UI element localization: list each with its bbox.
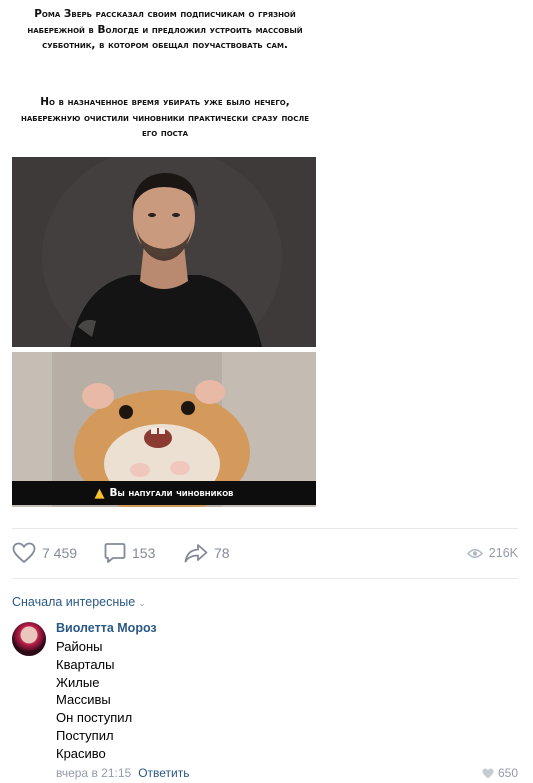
meme-warning-text: Вы напугали чиновников (109, 487, 234, 499)
meme-warning-bar: ▲ Вы напугали чиновников (12, 481, 316, 505)
man-portrait-illustration (12, 157, 316, 347)
like-count: 7 459 (42, 545, 78, 561)
comment-text: Районы Кварталы Жилые Массивы Он поступи… (56, 638, 132, 763)
comment-count: 153 (132, 545, 156, 561)
post-divider-bottom (12, 578, 518, 579)
meme-photo-hamster[interactable]: ▲ Вы напугали чиновников (12, 352, 316, 507)
meme-photo-man[interactable] (12, 157, 316, 347)
heart-icon (482, 768, 494, 778)
comment-line: Он поступил (56, 710, 133, 726)
avatar[interactable] (12, 622, 46, 656)
comment-line: Кварталы (56, 656, 115, 672)
comment-line: Жилые (56, 674, 100, 690)
warning-icon: ▲ (94, 485, 105, 501)
comment-icon (104, 543, 126, 563)
comments-sort-dropdown[interactable]: Сначала интересные ⌄ (12, 595, 146, 609)
comment-line: Поступил (56, 727, 114, 743)
post-divider-top (12, 528, 518, 529)
comment-author[interactable]: Виолетта Мороз (56, 621, 157, 635)
comment-like-count: 650 (497, 766, 518, 780)
post-actions-bar: 7 459 153 78 216K (12, 538, 518, 568)
comment-line: Красиво (56, 745, 106, 761)
eye-icon (466, 548, 483, 558)
post-caption-paragraph-1: Рома Зверь рассказал своим подписчикам о… (27, 8, 303, 51)
views-count: 216K (488, 546, 518, 560)
share-count: 78 (214, 545, 230, 561)
comment-line: Массивы (56, 692, 111, 708)
comment-time[interactable]: вчера в 21:15 (56, 766, 131, 780)
share-button[interactable]: 78 (184, 538, 230, 568)
comment-like-button[interactable]: 650 (482, 766, 518, 780)
comment-meta: вчера в 21:15 Ответить (56, 766, 189, 780)
comment-line: Районы (56, 639, 103, 654)
sort-label: Сначала интересные (12, 595, 136, 609)
comment-button[interactable]: 153 (104, 538, 155, 568)
chevron-down-icon: ⌄ (138, 598, 146, 608)
views-counter: 216K (466, 538, 518, 568)
like-button[interactable]: 7 459 (12, 538, 77, 568)
heart-icon (12, 542, 36, 564)
share-icon (184, 544, 208, 563)
post-caption-paragraph-2: Но в назначенное время убирать уже было … (20, 96, 309, 139)
reply-link[interactable]: Ответить (138, 766, 189, 780)
